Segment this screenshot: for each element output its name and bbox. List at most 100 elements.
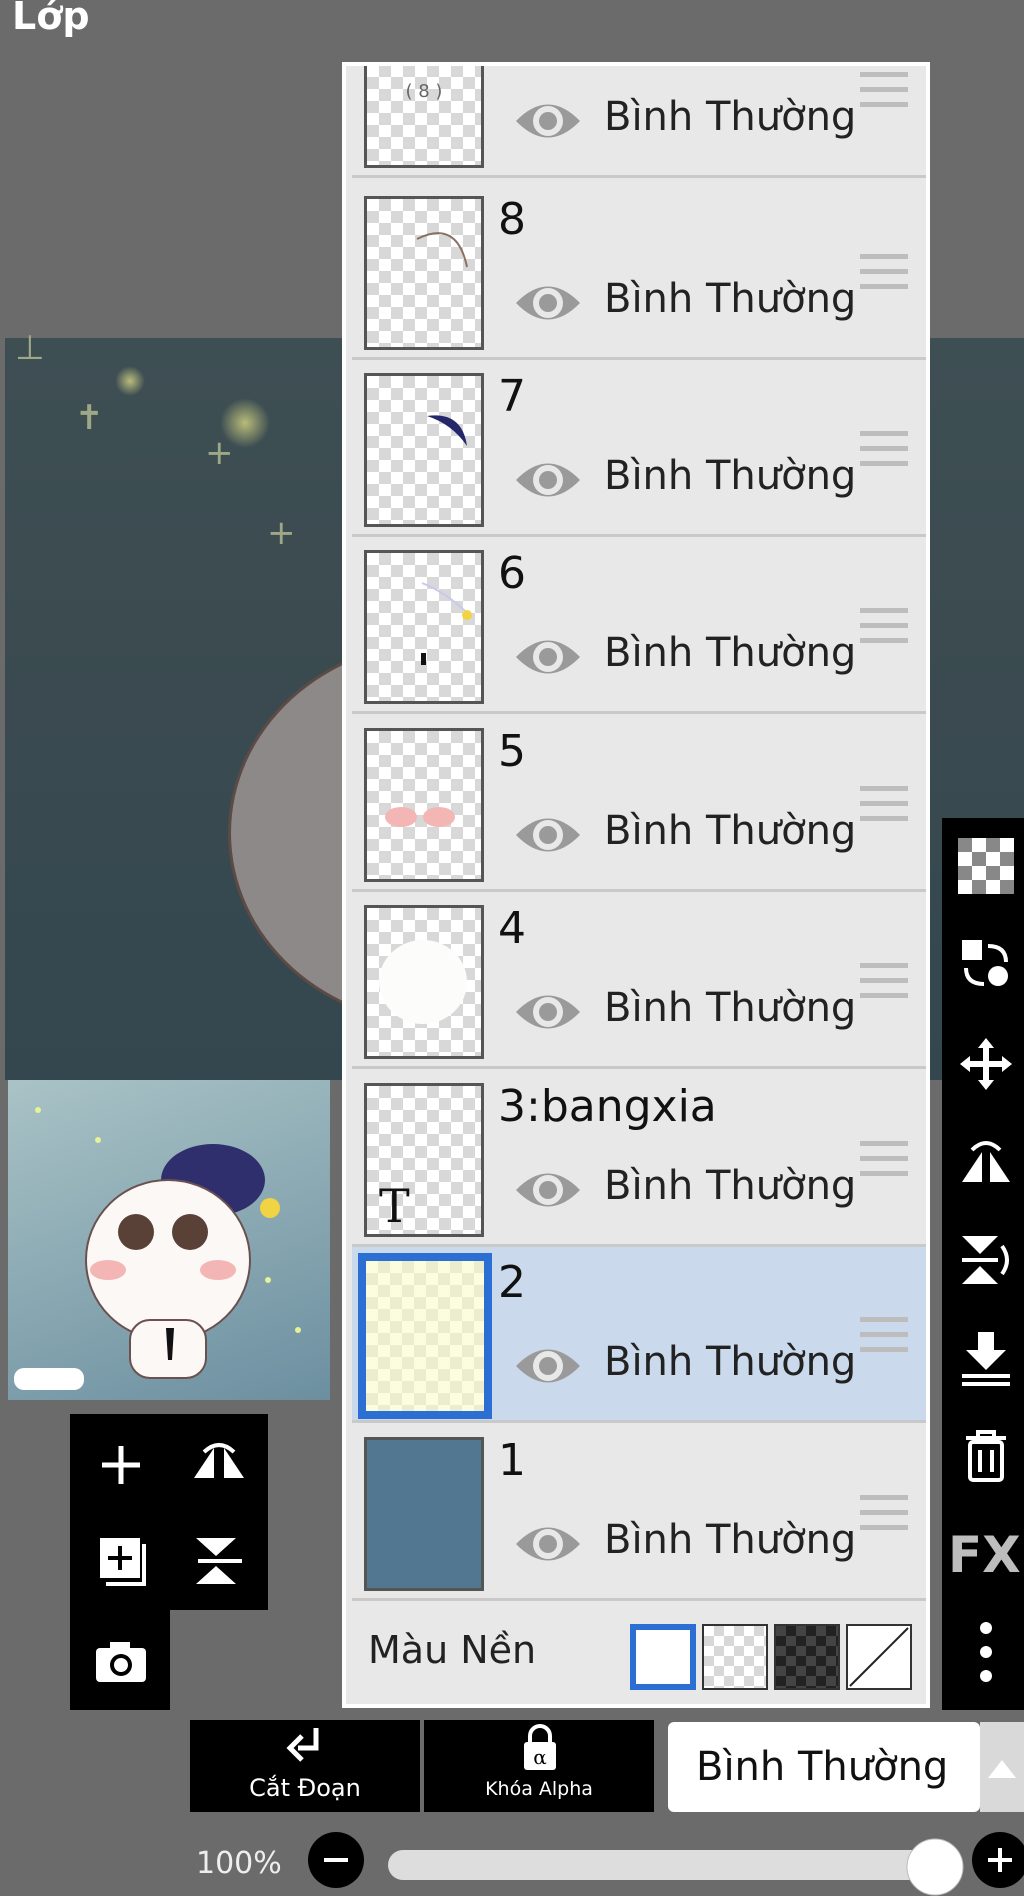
bg-swatch-transparent-dark[interactable]	[774, 1624, 840, 1690]
layer-name: 5	[498, 726, 526, 777]
drag-handle-icon[interactable]	[860, 963, 908, 1008]
layer-blend-mode: Bình Thường	[604, 453, 857, 499]
layer-name: 2	[498, 1257, 526, 1308]
preview-art	[14, 1107, 301, 1390]
canvas-preview-thumbnail[interactable]	[8, 1080, 330, 1400]
layer-row[interactable]: ( 8 ) Bình Thường	[352, 66, 926, 178]
drag-handle-icon[interactable]	[860, 72, 908, 117]
plus-icon[interactable]	[98, 1442, 144, 1488]
layer-row[interactable]: 1 Bình Thường	[352, 1425, 926, 1601]
drag-handle-icon[interactable]	[860, 1141, 908, 1186]
drag-handle-icon[interactable]	[860, 1317, 908, 1362]
bg-swatch-none[interactable]	[846, 1624, 912, 1690]
glow-decoration	[220, 398, 270, 448]
layer-thumbnail[interactable]: T	[364, 1083, 484, 1237]
trash-icon[interactable]	[958, 1428, 1014, 1484]
alpha-lock-button[interactable]: α Khóa Alpha	[424, 1720, 654, 1812]
lock-icon: α	[524, 1724, 556, 1770]
layer-thumbnail[interactable]	[364, 905, 484, 1059]
fx-button[interactable]: FX	[948, 1526, 1021, 1584]
opacity-slider[interactable]	[388, 1850, 932, 1880]
layer-row[interactable]: T 3:bangxia Bình Thường	[352, 1071, 926, 1247]
left-toolbox	[70, 1414, 268, 1610]
flip-vertical-icon[interactable]	[190, 1532, 248, 1590]
background-color-row: Màu Nền	[352, 1604, 926, 1704]
layer-blend-mode: Bình Thường	[604, 276, 857, 322]
flip-horizontal-icon[interactable]	[190, 1438, 248, 1490]
layer-name: 1	[498, 1435, 526, 1486]
right-toolbar: FX	[942, 818, 1024, 1710]
layer-blend-mode: Bình Thường	[604, 1517, 857, 1563]
svg-text:( 8 ): ( 8 )	[406, 81, 443, 102]
chevron-up-icon	[988, 1760, 1016, 1778]
layer-thumbnail[interactable]	[364, 728, 484, 882]
clip-label: Cắt Đoạn	[249, 1774, 361, 1802]
sparkle-decoration: ✝	[75, 398, 104, 438]
glow-decoration	[115, 366, 145, 396]
eye-icon[interactable]	[512, 1339, 584, 1393]
sparkle-decoration: +	[267, 513, 296, 553]
bg-swatch-transparent-light[interactable]	[702, 1624, 768, 1690]
eye-icon[interactable]	[512, 808, 584, 862]
camera-button[interactable]	[70, 1610, 170, 1710]
layer-name: 3:bangxia	[498, 1081, 717, 1132]
layer-name: 6	[498, 548, 526, 599]
eye-icon[interactable]	[512, 94, 584, 148]
layer-name: 8	[498, 194, 526, 245]
clip-button[interactable]: Cắt Đoạn	[190, 1720, 420, 1812]
eye-icon[interactable]	[512, 630, 584, 684]
layer-row[interactable]: 8 Bình Thường	[352, 184, 926, 360]
layer-blend-mode: Bình Thường	[604, 1163, 857, 1209]
mirror-icon[interactable]	[958, 1134, 1014, 1190]
drag-handle-icon[interactable]	[860, 786, 908, 831]
slider-thumb[interactable]	[906, 1838, 964, 1896]
layer-thumbnail[interactable]: ( 8 )	[364, 66, 484, 168]
blend-mode-select[interactable]: Bình Thường	[668, 1722, 980, 1812]
layer-thumbnail[interactable]	[364, 373, 484, 527]
sparkle-decoration: ⊥	[15, 328, 45, 368]
layer-row[interactable]: 6 Bình Thường	[352, 538, 926, 714]
add-layer-icon[interactable]	[96, 1534, 148, 1586]
slash-icon	[849, 1627, 909, 1687]
page-title: Lớp	[12, 0, 90, 38]
layer-blend-mode: Bình Thường	[604, 94, 857, 140]
layer-blend-mode: Bình Thường	[604, 1339, 857, 1385]
eye-icon[interactable]	[512, 1517, 584, 1571]
background-label: Màu Nền	[368, 1628, 537, 1672]
layer-blend-mode: Bình Thường	[604, 808, 857, 854]
svg-text:T: T	[379, 1179, 410, 1233]
layer-thumbnail[interactable]	[364, 1437, 484, 1591]
eye-icon[interactable]	[512, 985, 584, 1039]
layer-row[interactable]: 7 Bình Thường	[352, 361, 926, 537]
plus-button[interactable]	[970, 1830, 1024, 1890]
blend-mode-dropdown[interactable]	[980, 1722, 1024, 1812]
layer-row[interactable]: 5 Bình Thường	[352, 716, 926, 892]
eye-icon[interactable]	[512, 276, 584, 330]
transfer-icon[interactable]	[958, 936, 1014, 992]
layer-row[interactable]: 2 Bình Thường	[352, 1247, 926, 1423]
layer-thumbnail[interactable]	[358, 1253, 492, 1419]
drag-handle-icon[interactable]	[860, 254, 908, 299]
minus-button[interactable]	[306, 1830, 366, 1890]
layer-blend-mode: Bình Thường	[604, 630, 857, 676]
move-icon[interactable]	[958, 1036, 1014, 1092]
more-icon[interactable]	[958, 1618, 1014, 1688]
drag-handle-icon[interactable]	[860, 608, 908, 653]
drag-handle-icon[interactable]	[860, 1495, 908, 1540]
eye-icon[interactable]	[512, 1163, 584, 1217]
layer-blend-mode: Bình Thường	[604, 985, 857, 1031]
layer-thumbnail[interactable]	[364, 196, 484, 350]
rotate-flip-icon[interactable]	[958, 1232, 1014, 1288]
layer-name: 4	[498, 903, 526, 954]
bg-swatch-white[interactable]	[630, 1624, 696, 1690]
merge-down-icon[interactable]	[958, 1330, 1014, 1386]
alpha-lock-label: Khóa Alpha	[485, 1778, 593, 1800]
clip-arrow-icon	[286, 1728, 319, 1762]
checker-icon[interactable]	[958, 838, 1014, 894]
opacity-value: 100%	[196, 1846, 282, 1881]
drag-handle-icon[interactable]	[860, 431, 908, 476]
eye-icon[interactable]	[512, 453, 584, 507]
layer-row[interactable]: 4 Bình Thường	[352, 893, 926, 1069]
layers-panel: ( 8 ) Bình Thường 8 Bình Thường 7 Bình Thường…	[342, 62, 930, 1708]
layer-thumbnail[interactable]	[364, 550, 484, 704]
